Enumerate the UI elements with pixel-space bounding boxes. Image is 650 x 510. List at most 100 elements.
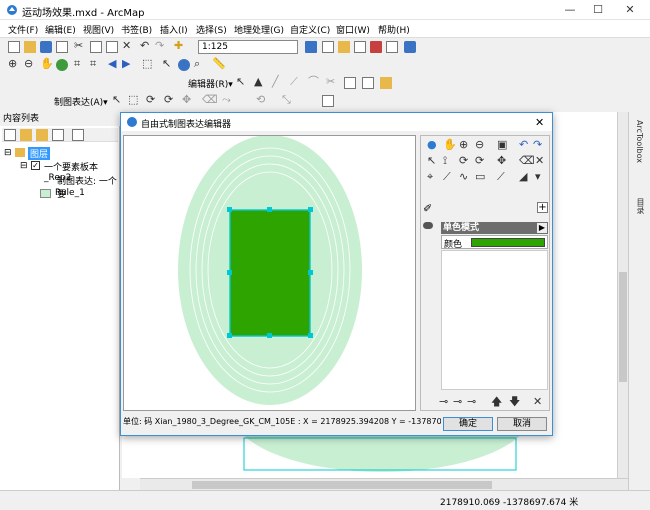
list-by-visibility-icon[interactable]	[36, 129, 48, 141]
menu-view[interactable]: 视图(V)	[83, 23, 114, 36]
representation-menu[interactable]: 制图表达(A)▾	[54, 95, 108, 108]
menu-geoprocessing[interactable]: 地理处理(G)	[234, 23, 284, 36]
add-layer-button[interactable]: +	[537, 202, 548, 213]
zoom-out-tool-icon[interactable]: ⊖	[475, 139, 484, 151]
resize-icon[interactable]: ⤡	[282, 94, 291, 106]
list-by-drawing-order-icon[interactable]	[4, 129, 16, 141]
copy-effect-icon[interactable]: ⊸	[439, 396, 448, 408]
menu-customize[interactable]: 自定义(C)	[290, 23, 330, 36]
redo-icon[interactable]: ↷	[155, 40, 164, 52]
find-icon[interactable]: ⌕	[194, 58, 200, 70]
select-part-icon[interactable]: ↖	[427, 155, 436, 167]
paste-icon[interactable]	[106, 41, 118, 53]
fill-layer-icon[interactable]	[423, 222, 433, 229]
modelbuilder-icon[interactable]	[386, 41, 398, 53]
layer-collapse-icon[interactable]: ⊟	[20, 161, 28, 171]
arctoolbox-tab[interactable]: ArcToolbox	[635, 120, 644, 163]
edit-vertices-icon[interactable]: ⟋	[290, 76, 298, 88]
rep-properties-icon[interactable]: ⟳	[164, 94, 173, 106]
globe-icon[interactable]: ●	[427, 139, 437, 151]
color-swatch[interactable]	[471, 238, 545, 247]
fill-pattern-header[interactable]: 单色模式	[441, 222, 548, 234]
collapse-icon[interactable]: ⊟	[4, 148, 12, 158]
erase-rep-icon[interactable]: ⌫	[202, 94, 218, 106]
pattern-menu-arrow[interactable]: ▶	[537, 223, 547, 233]
identify-icon[interactable]	[178, 59, 190, 71]
layers-label[interactable]: 图层	[28, 147, 51, 160]
fixed-zoom-out-icon[interactable]: ⌗	[90, 58, 96, 70]
ok-button[interactable]: 确定	[443, 417, 493, 431]
draw-rect-icon[interactable]: ▭	[475, 171, 485, 183]
editor-undo-icon[interactable]: ↶	[519, 139, 528, 151]
layer-visibility-checkbox[interactable]: ✓	[31, 161, 40, 170]
mirror-icon[interactable]: ◢	[519, 171, 527, 183]
move-down-icon[interactable]: 🡇	[509, 396, 520, 408]
editor-menu[interactable]: 编辑器(R)▾	[188, 77, 233, 90]
rep-editor-icon[interactable]	[322, 95, 334, 107]
editor-options-icon[interactable]: ▾	[535, 171, 541, 183]
new-icon[interactable]	[8, 41, 20, 53]
zoom-in-tool-icon[interactable]: ⊕	[459, 139, 468, 151]
python-icon[interactable]	[370, 41, 382, 53]
undo-icon[interactable]: ↶	[140, 40, 149, 52]
add-effect-icon[interactable]: ⊸	[453, 396, 462, 408]
editor-canvas[interactable]	[123, 135, 416, 411]
editor-toolbar-icon[interactable]	[305, 41, 317, 53]
menu-file[interactable]: 文件(F)	[8, 23, 38, 36]
straight-segment-icon[interactable]: ╱	[272, 76, 279, 88]
delete-part-icon[interactable]: ✕	[535, 155, 544, 167]
forward-icon[interactable]: ▶	[122, 58, 130, 70]
select-features-icon[interactable]: ⬚	[142, 58, 152, 70]
minimize-button[interactable]: —	[560, 2, 580, 18]
list-by-source-icon[interactable]	[20, 129, 32, 141]
menu-edit[interactable]: 编辑(E)	[45, 23, 76, 36]
scroll-thumb[interactable]	[619, 272, 627, 382]
direct-select-icon[interactable]: ⬚	[128, 94, 138, 106]
menu-help[interactable]: 帮助(H)	[378, 23, 410, 36]
menu-bookmarks[interactable]: 书签(B)	[121, 23, 152, 36]
editor-redo-icon[interactable]: ↷	[533, 139, 542, 151]
rotate-icon[interactable]: ⟲	[256, 94, 265, 106]
fixed-zoom-in-icon[interactable]: ⌗	[74, 58, 80, 70]
edit-annotation-icon[interactable]: ▲	[254, 76, 262, 88]
draw-line-icon[interactable]: ⟋	[443, 171, 451, 183]
add-data-icon[interactable]: ✚	[174, 40, 183, 52]
split-icon[interactable]: ⟋	[497, 171, 505, 183]
move-part-icon[interactable]: ✥	[497, 155, 506, 167]
dialog-close-button[interactable]: ✕	[535, 116, 544, 129]
move-up-icon[interactable]: 🡅	[491, 396, 502, 408]
scale-dropdown[interactable]: 1:125	[198, 40, 298, 54]
back-icon[interactable]: ◀	[108, 58, 116, 70]
delete-icon[interactable]: ✕	[122, 40, 131, 52]
zoom-in-icon[interactable]: ⊕	[8, 58, 17, 70]
lasso-icon[interactable]: ⟳	[146, 94, 155, 106]
maximize-button[interactable]: ☐	[588, 2, 608, 18]
hscroll-thumb[interactable]	[192, 481, 492, 489]
arctoolbox-icon[interactable]	[354, 41, 366, 53]
menu-windows[interactable]: 窗口(W)	[336, 23, 370, 36]
toc-options-icon[interactable]	[72, 129, 84, 141]
select-by-effect-icon[interactable]: ⟳	[475, 155, 484, 167]
map-horizontal-scrollbar[interactable]	[140, 478, 628, 490]
fit-view-icon[interactable]: ▣	[497, 139, 507, 151]
list-by-selection-icon[interactable]	[52, 129, 64, 141]
create-features-icon[interactable]	[380, 77, 392, 89]
select-by-layer-icon[interactable]: ⟳	[459, 155, 468, 167]
search-window-icon[interactable]	[338, 41, 350, 53]
select-rep-icon[interactable]: ↖	[112, 94, 121, 106]
erase-part-icon[interactable]: ⌫	[519, 155, 535, 167]
reshape-icon[interactable]: ⌒	[308, 76, 319, 88]
menu-insert[interactable]: 插入(I)	[160, 23, 188, 36]
map-vertical-scrollbar[interactable]	[617, 112, 628, 478]
cancel-button[interactable]: 取消	[497, 417, 547, 431]
select-elements-icon[interactable]: ↖	[162, 58, 171, 70]
print-icon[interactable]	[56, 41, 68, 53]
stroke-layer-icon[interactable]: ✐	[423, 202, 432, 215]
catalog-tab[interactable]: 目录	[635, 198, 646, 214]
catalog-icon[interactable]	[322, 41, 334, 53]
move-rep-icon[interactable]: ✥	[182, 94, 191, 106]
draw-point-icon[interactable]: ⌖	[427, 171, 433, 183]
delete-layer-icon[interactable]: ✕	[533, 396, 542, 408]
attributes-icon[interactable]	[344, 77, 356, 89]
edit-tool-icon[interactable]: ↖	[236, 76, 245, 88]
